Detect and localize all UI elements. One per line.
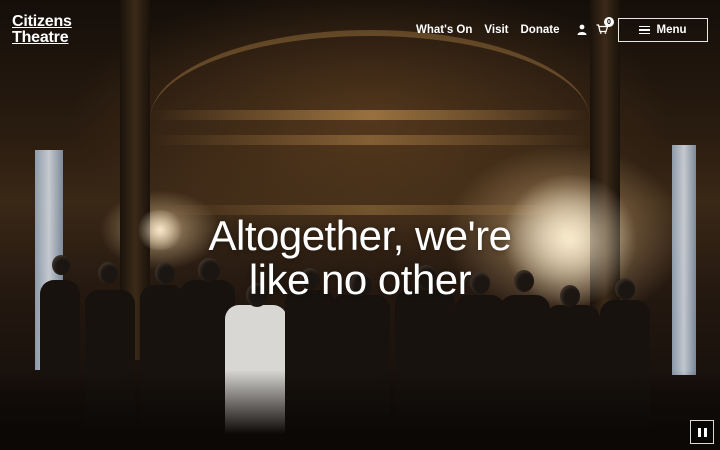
hero-headline: Altogether, we're like no other bbox=[0, 214, 720, 302]
account-button[interactable] bbox=[575, 22, 589, 36]
balcony-lights bbox=[150, 110, 590, 120]
logo-line-2: Theatre bbox=[12, 29, 69, 46]
hamburger-icon bbox=[639, 25, 651, 35]
primary-nav: What's On Visit Donate bbox=[416, 24, 559, 36]
nav-link-donate[interactable]: Donate bbox=[520, 24, 559, 36]
basket-count-badge: 0 bbox=[604, 17, 614, 27]
balcony-lights bbox=[150, 135, 590, 145]
logo-line-1: Citizens bbox=[12, 13, 72, 30]
site-logo[interactable]: Citizens Theatre bbox=[12, 14, 72, 46]
nav-link-whats-on[interactable]: What's On bbox=[416, 24, 472, 36]
video-pause-button[interactable] bbox=[690, 420, 714, 444]
pause-icon bbox=[697, 427, 707, 437]
hero-headline-line-2: like no other bbox=[248, 256, 472, 303]
basket-button[interactable]: 0 bbox=[595, 17, 614, 36]
stage-floor bbox=[0, 370, 720, 450]
hero-headline-line-1: Altogether, we're bbox=[208, 212, 512, 259]
user-icon bbox=[577, 24, 587, 35]
menu-button[interactable]: Menu bbox=[618, 18, 708, 42]
nav-link-visit[interactable]: Visit bbox=[484, 24, 508, 36]
menu-button-label: Menu bbox=[656, 24, 687, 36]
